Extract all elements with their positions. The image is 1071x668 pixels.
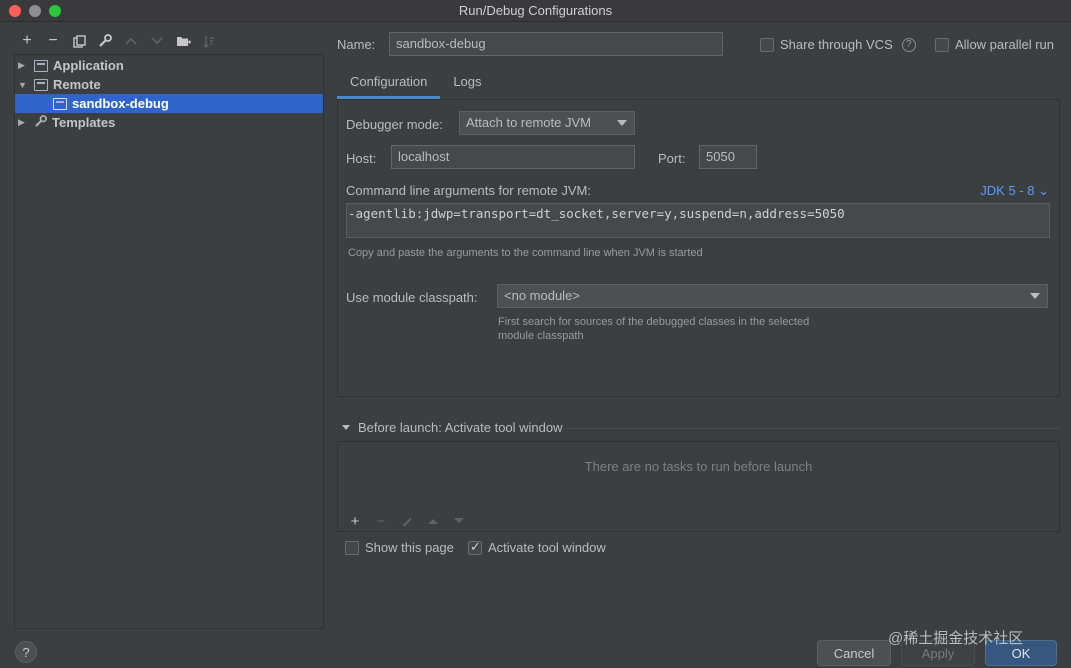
host-input[interactable]: localhost <box>391 145 635 169</box>
edit-task-icon[interactable] <box>394 512 420 530</box>
sort-icon[interactable] <box>196 30 222 52</box>
cmd-args-field[interactable]: -agentlib:jdwp=transport=dt_socket,serve… <box>346 203 1050 238</box>
application-config-icon <box>34 59 48 72</box>
cmd-args-hint: Copy and paste the arguments to the comm… <box>348 247 703 259</box>
tree-item-label: sandbox-debug <box>72 96 169 111</box>
help-button[interactable]: ? <box>15 641 37 663</box>
tree-item-label: Application <box>53 58 124 73</box>
watermark: @稀土掘金技术社区 <box>888 630 1024 647</box>
collapse-triangle-icon[interactable] <box>342 425 350 430</box>
chevron-down-icon <box>617 120 627 126</box>
before-launch-title: Before launch: Activate tool window <box>358 420 563 435</box>
show-page-checkbox[interactable] <box>345 540 359 555</box>
share-vcs-checkbox[interactable] <box>760 37 774 52</box>
title-bar: Run/Debug Configurations <box>0 0 1071 22</box>
add-icon[interactable]: + <box>14 30 40 52</box>
remote-config-icon <box>34 78 48 91</box>
tree-item-label: Templates <box>52 115 116 130</box>
move-down-icon[interactable] <box>144 30 170 52</box>
wrench-icon[interactable] <box>92 30 118 52</box>
module-hint-line-2: module classpath <box>498 330 584 342</box>
cancel-button[interactable]: Cancel <box>817 640 891 666</box>
before-launch-tasks: There are no tasks to run before launch … <box>337 441 1060 532</box>
copy-icon[interactable] <box>66 30 92 52</box>
tab-bar: Configuration Logs <box>337 66 495 99</box>
host-label: Host: <box>346 151 377 166</box>
tree-item-label: Remote <box>53 77 101 92</box>
new-folder-icon[interactable] <box>170 30 196 52</box>
expand-arrow-icon[interactable]: ▶ <box>18 60 28 71</box>
window-title: Run/Debug Configurations <box>458 3 613 18</box>
config-toolbar: + − <box>14 30 222 52</box>
config-tree: ▶ Application ▼ Remote sandbox-debug ▶ T… <box>14 54 324 629</box>
show-page-option[interactable]: Show this page <box>345 540 454 555</box>
move-task-up-icon[interactable] <box>420 512 446 530</box>
name-label: Name: <box>337 37 376 52</box>
port-label: Port: <box>658 151 686 166</box>
allow-parallel-checkbox[interactable] <box>935 37 949 52</box>
tree-item-remote[interactable]: ▼ Remote <box>15 75 323 94</box>
debugger-mode-label: Debugger mode: <box>346 117 443 132</box>
move-task-down-icon[interactable] <box>446 512 472 530</box>
allow-parallel-option[interactable]: Allow parallel run <box>935 37 1054 52</box>
module-classpath-value: <no module> <box>504 288 580 303</box>
share-vcs-option[interactable]: Share through VCS ? <box>760 37 916 52</box>
wrench-icon <box>34 114 47 131</box>
activate-tool-window-label: Activate tool window <box>488 540 606 555</box>
tree-item-templates[interactable]: ▶ Templates <box>15 113 323 132</box>
cmd-args-label: Command line arguments for remote JVM: <box>346 183 591 198</box>
collapse-arrow-icon[interactable]: ▼ <box>18 80 28 90</box>
tab-logs[interactable]: Logs <box>440 66 494 99</box>
move-up-icon[interactable] <box>118 30 144 52</box>
debugger-mode-value: Attach to remote JVM <box>466 115 591 130</box>
module-classpath-label: Use module classpath: <box>346 290 478 305</box>
tree-item-application[interactable]: ▶ Application <box>15 56 323 75</box>
divider <box>567 428 1060 429</box>
allow-parallel-label: Allow parallel run <box>955 37 1054 52</box>
activate-tool-window-checkbox[interactable] <box>468 539 482 555</box>
tree-item-sandbox-debug[interactable]: sandbox-debug <box>15 94 323 113</box>
empty-tasks-text: There are no tasks to run before launch <box>584 459 813 474</box>
before-launch-header[interactable]: Before launch: Activate tool window <box>342 420 563 435</box>
share-vcs-label: Share through VCS <box>780 37 893 52</box>
module-hint-line-1: First search for sources of the debugged… <box>498 316 810 328</box>
port-input[interactable]: 5050 <box>699 145 757 169</box>
name-input[interactable]: sandbox-debug <box>389 32 723 56</box>
add-task-icon[interactable]: + <box>342 512 368 530</box>
tab-configuration[interactable]: Configuration <box>337 66 441 99</box>
remote-debug-config-icon <box>53 97 67 110</box>
tasks-toolbar: + − <box>342 512 472 530</box>
jdk-version-link[interactable]: JDK 5 - 8 ⌄ <box>980 183 1049 199</box>
help-icon[interactable]: ? <box>901 37 916 52</box>
expand-arrow-icon[interactable]: ▶ <box>18 117 28 128</box>
show-page-label: Show this page <box>365 540 454 555</box>
activate-tool-window-option[interactable]: Activate tool window <box>468 539 606 555</box>
debugger-mode-select[interactable]: Attach to remote JVM <box>459 111 635 135</box>
remove-icon[interactable]: − <box>40 30 66 52</box>
configuration-panel: Debugger mode: Attach to remote JVM Host… <box>337 99 1060 397</box>
module-classpath-select[interactable]: <no module> <box>497 284 1048 308</box>
chevron-down-icon <box>1030 293 1040 299</box>
remove-task-icon[interactable]: − <box>368 512 394 530</box>
